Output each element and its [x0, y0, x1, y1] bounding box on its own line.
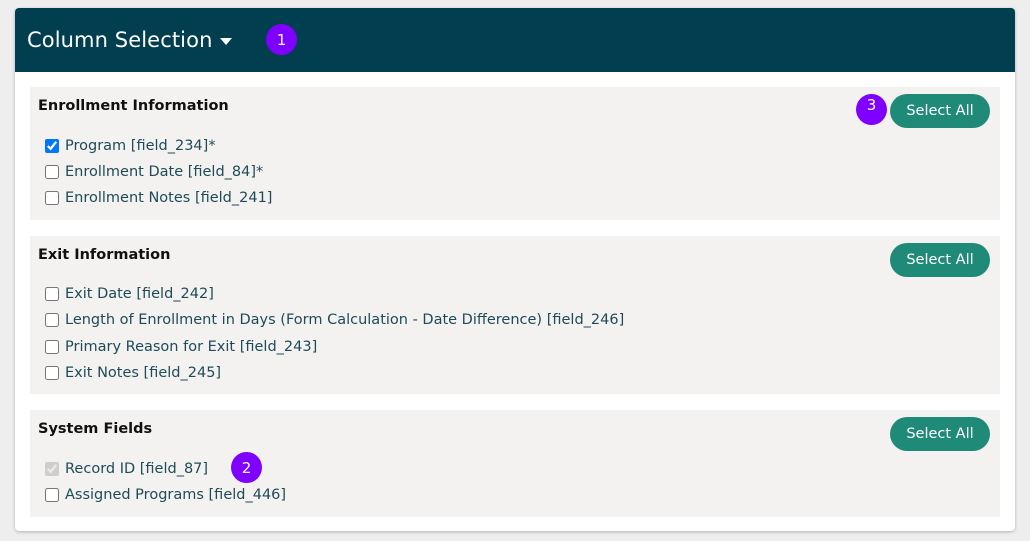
caret-down-icon[interactable]: [220, 38, 233, 45]
panel-header[interactable]: Column Selection 1: [15, 8, 1015, 72]
annotation-marker-1: 1: [266, 24, 297, 55]
section-system-fields: System Fields Select All Record ID [fiel…: [30, 410, 1000, 517]
field-label: Enrollment Date [field_84]*: [65, 164, 264, 180]
checkbox-assigned-programs[interactable]: [45, 488, 59, 502]
checkbox-exit-notes[interactable]: [45, 366, 59, 380]
annotation-marker-3: 3: [856, 94, 887, 125]
field-label: Assigned Programs [field_446]: [65, 487, 287, 503]
section-title: Enrollment Information: [38, 98, 229, 114]
field-label: Record ID [field_87]: [65, 461, 209, 477]
field-enrollment-notes[interactable]: Enrollment Notes [field_241]: [45, 190, 272, 206]
section-title: System Fields: [38, 421, 153, 437]
panel-title[interactable]: Column Selection: [27, 28, 212, 52]
field-primary-reason-for-exit[interactable]: Primary Reason for Exit [field_243]: [45, 339, 317, 355]
annotation-marker-2: 2: [231, 452, 262, 483]
field-label: Primary Reason for Exit [field_243]: [65, 339, 318, 355]
field-label: Program [field_234]*: [65, 138, 216, 154]
field-assigned-programs[interactable]: Assigned Programs [field_446]: [45, 487, 286, 503]
checkbox-record-id: [45, 462, 59, 476]
field-length-of-enrollment[interactable]: Length of Enrollment in Days (Form Calcu…: [45, 312, 624, 328]
field-exit-date[interactable]: Exit Date [field_242]: [45, 286, 214, 302]
field-label: Exit Date [field_242]: [65, 286, 214, 302]
checkbox-primary-reason-for-exit[interactable]: [45, 340, 59, 354]
select-all-button-exit[interactable]: Select All: [890, 243, 990, 277]
field-program[interactable]: Program [field_234]*: [45, 138, 216, 154]
section-exit-information: Exit Information Select All Exit Date [f…: [30, 236, 1000, 394]
checkbox-length-of-enrollment[interactable]: [45, 313, 59, 327]
checkbox-program[interactable]: [45, 139, 59, 153]
section-enrollment-information: Enrollment Information Select All 3 Prog…: [30, 87, 1000, 220]
checkbox-enrollment-date[interactable]: [45, 165, 59, 179]
field-label: Enrollment Notes [field_241]: [65, 190, 273, 206]
field-label: Length of Enrollment in Days (Form Calcu…: [65, 312, 625, 328]
field-enrollment-date[interactable]: Enrollment Date [field_84]*: [45, 164, 263, 180]
checkbox-exit-date[interactable]: [45, 287, 59, 301]
field-exit-notes[interactable]: Exit Notes [field_245]: [45, 365, 221, 381]
select-all-button-system[interactable]: Select All: [890, 417, 990, 451]
field-record-id: Record ID [field_87]: [45, 461, 208, 477]
select-all-button-enrollment[interactable]: Select All: [890, 94, 990, 128]
column-selection-panel: Column Selection 1 Enrollment Informatio…: [15, 8, 1015, 531]
checkbox-enrollment-notes[interactable]: [45, 191, 59, 205]
field-label: Exit Notes [field_245]: [65, 365, 222, 381]
section-title: Exit Information: [38, 247, 171, 263]
